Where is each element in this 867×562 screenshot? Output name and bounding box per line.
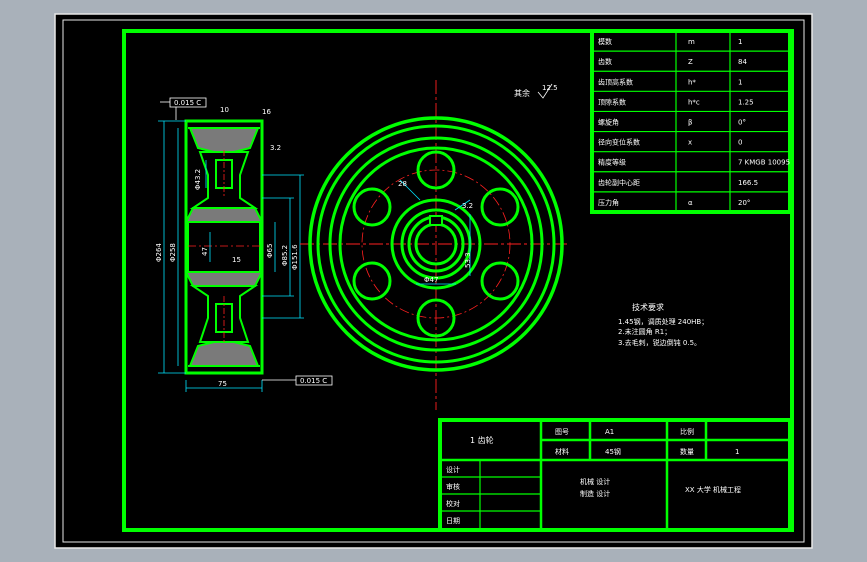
school-line-1: 机械 设计 bbox=[580, 477, 610, 486]
dim-47: 47 bbox=[201, 247, 209, 256]
dim-d151: Φ151.6 bbox=[291, 244, 299, 270]
param-value: 1 bbox=[738, 78, 742, 86]
param-name: 顶隙系数 bbox=[598, 97, 626, 106]
label-material: 材料 bbox=[555, 447, 569, 456]
param-name: 径向变位系数 bbox=[598, 138, 640, 147]
front-dim-d47: Φ47 bbox=[424, 276, 438, 284]
tolerance-top-text: 0.015 C bbox=[174, 99, 201, 107]
label-quantity: 数量 bbox=[680, 447, 694, 456]
front-dim-53: 53.3 bbox=[464, 252, 472, 268]
dim-d258: Φ258 bbox=[169, 243, 177, 262]
param-name: 压力角 bbox=[598, 198, 619, 207]
roughness-note: 其余 bbox=[514, 88, 530, 98]
tech-line-1: 1.45钢，调质处理 240HB； bbox=[618, 317, 708, 326]
keyway bbox=[429, 215, 443, 226]
role-review: 校对 bbox=[446, 499, 460, 508]
label-scale: 比例 bbox=[680, 427, 694, 436]
param-symbol: β bbox=[688, 119, 692, 127]
quantity: 1 bbox=[735, 448, 739, 456]
dim-75: 75 bbox=[218, 380, 227, 388]
tech-line-3: 3.去毛刺，锐边倒钝 0.5。 bbox=[618, 338, 701, 347]
param-name: 螺旋角 bbox=[598, 118, 619, 127]
dim-d85: Φ85.2 bbox=[281, 245, 289, 266]
dim-15: 15 bbox=[232, 256, 241, 264]
tech-line-2: 2.未注圆角 R1； bbox=[618, 327, 671, 336]
param-value: 1 bbox=[738, 38, 742, 46]
part-name: 1 齿轮 bbox=[470, 435, 494, 445]
param-value: 166.5 bbox=[738, 179, 758, 187]
param-value: 7 KMGB 10095 bbox=[738, 159, 790, 167]
front-dim-roughness: 3.2 bbox=[462, 202, 473, 210]
param-symbol: x bbox=[688, 139, 692, 147]
param-value: 0° bbox=[738, 119, 746, 127]
drawing-no: A1 bbox=[605, 428, 614, 436]
param-name: 齿顶高系数 bbox=[598, 77, 633, 86]
material: 45钢 bbox=[605, 447, 621, 456]
dim-d43: Φ43.2 bbox=[194, 169, 202, 190]
tolerance-bottom-text: 0.015 C bbox=[300, 377, 327, 385]
param-value: 1.25 bbox=[738, 98, 754, 106]
param-value: 84 bbox=[738, 58, 747, 66]
dim-d264: Φ264 bbox=[155, 243, 163, 262]
company: XX 大学 机械工程 bbox=[685, 485, 741, 494]
param-symbol: Z bbox=[688, 58, 693, 66]
param-symbol: α bbox=[688, 199, 693, 207]
param-value: 0 bbox=[738, 139, 742, 147]
param-name: 模数 bbox=[598, 37, 612, 46]
rim-hatch-top bbox=[188, 127, 260, 153]
tech-title: 技术要求 bbox=[632, 302, 664, 312]
param-symbol: h* bbox=[688, 78, 696, 86]
param-symbol: m bbox=[688, 38, 695, 46]
role-design: 设计 bbox=[446, 465, 460, 474]
dim-d65: Φ65 bbox=[266, 244, 274, 258]
rim-hatch-bottom bbox=[188, 341, 260, 367]
school-line-2: 制造 设计 bbox=[580, 489, 610, 498]
cad-drawing: 0.015 C Φ264 Φ258 Φ85.2 Φ151.6 Φ65 Φ43.2… bbox=[54, 13, 813, 549]
hub-hatch-top bbox=[184, 207, 264, 223]
param-value: 20° bbox=[738, 199, 750, 207]
front-dim-28: 28 bbox=[398, 180, 407, 188]
hub-hatch-bottom bbox=[184, 271, 264, 287]
role-check: 审核 bbox=[446, 482, 460, 491]
param-name: 齿轮副中心距 bbox=[598, 178, 640, 187]
dim-16: 16 bbox=[262, 108, 271, 116]
param-symbol: h*c bbox=[688, 98, 700, 106]
role-date: 日期 bbox=[446, 517, 460, 525]
dim-10: 10 bbox=[220, 106, 229, 114]
roughness-3-2: 3.2 bbox=[270, 144, 281, 152]
param-name: 齿数 bbox=[598, 57, 612, 66]
label-drawing-no: 图号 bbox=[555, 428, 569, 436]
param-name: 精度等级 bbox=[598, 158, 626, 167]
